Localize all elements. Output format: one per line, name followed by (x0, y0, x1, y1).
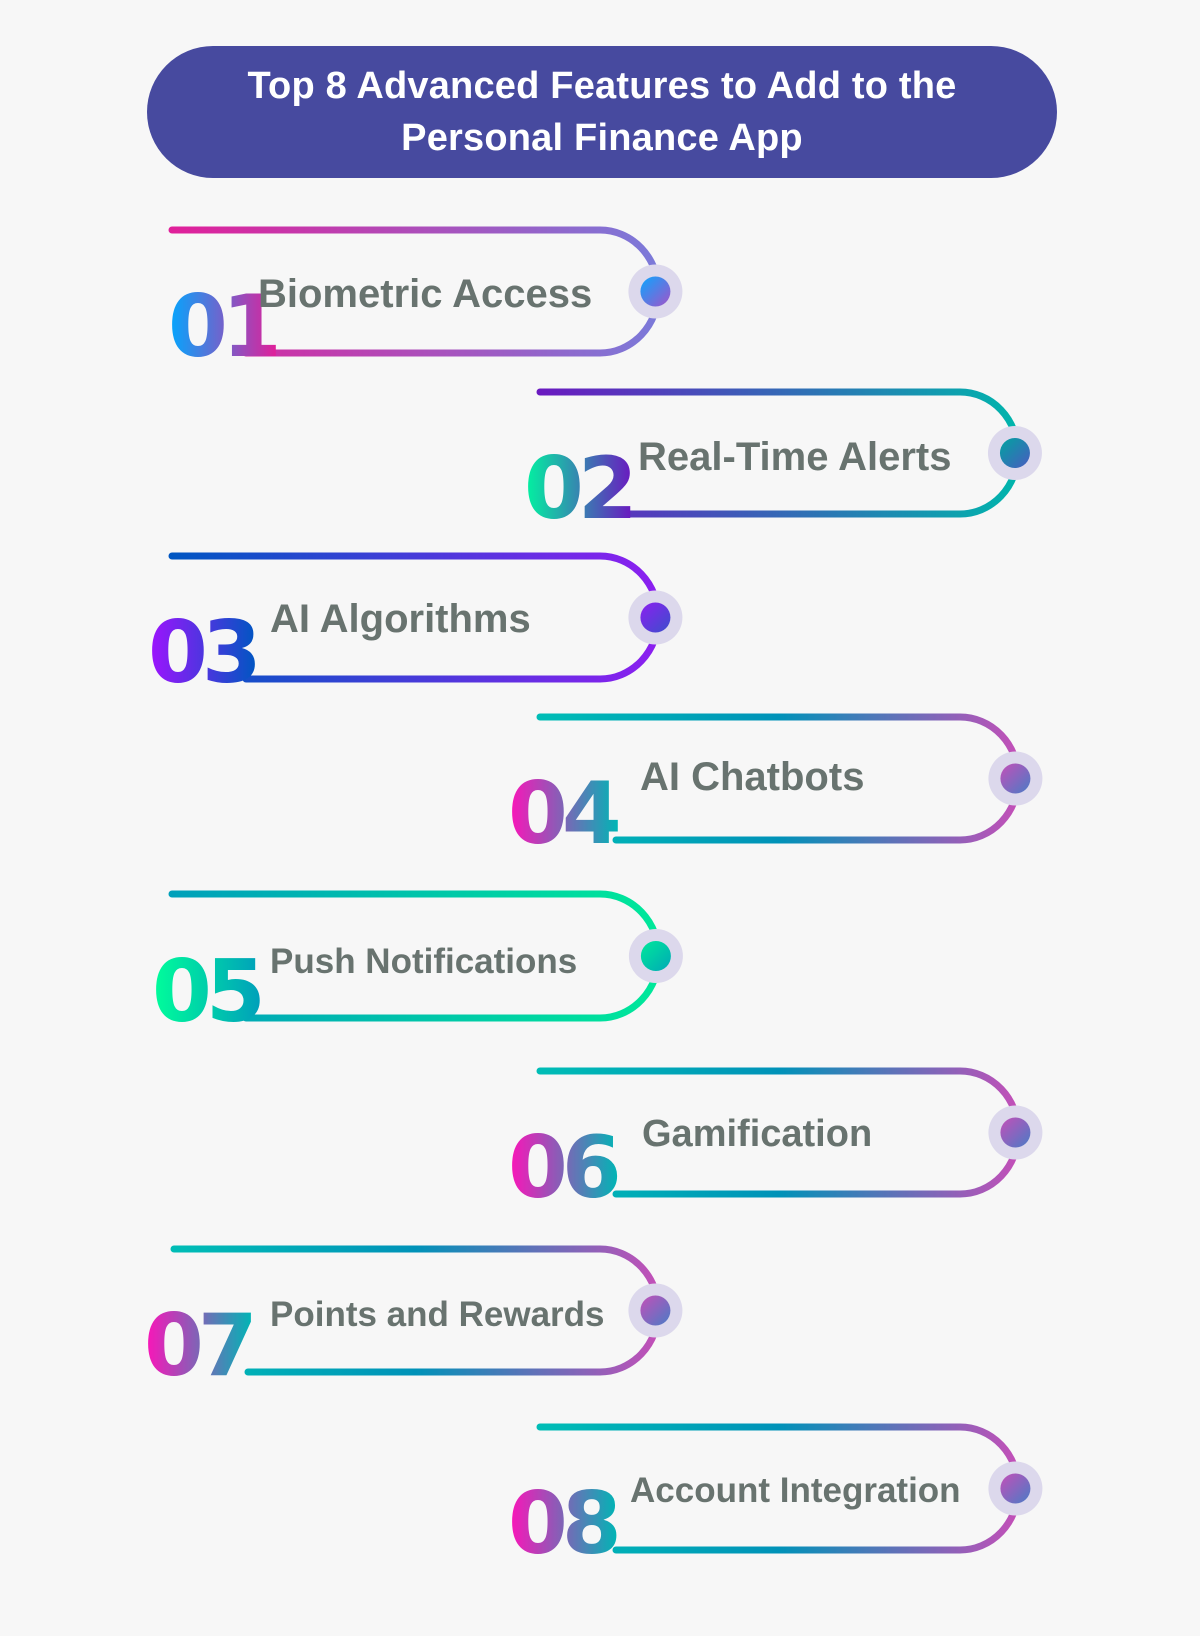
feature-item-02: 02 Real-Time Alerts (524, 388, 1042, 539)
feature-item-04: 04 AI Chatbots (508, 713, 1043, 864)
item-label: Push Notifications (270, 942, 577, 981)
node-dot-icon (1000, 763, 1031, 794)
feature-item-08: 08 Account Integration (508, 1423, 1043, 1574)
item-number: 04 (508, 764, 618, 864)
feature-item-05: 05 Push Notifications (152, 890, 683, 1042)
item-number: 07 (144, 1296, 252, 1396)
item-label: Biometric Access (258, 272, 592, 316)
item-number: 02 (524, 439, 632, 539)
item-number: 05 (152, 942, 260, 1042)
feature-item-07: 07 Points and Rewards (144, 1245, 683, 1396)
node-dot-icon (1000, 1117, 1031, 1148)
item-number: 08 (508, 1474, 617, 1574)
node-dot-icon (999, 438, 1030, 468)
feature-item-06: 06 Gamification (508, 1067, 1043, 1218)
feature-item-03: 03 AI Algorithms (148, 552, 683, 703)
node-dot-icon (640, 941, 671, 971)
node-dot-icon (640, 1295, 671, 1326)
item-number: 06 (508, 1118, 618, 1218)
node-dot-icon (640, 276, 671, 307)
feature-item-01: 01Biometric Access (168, 226, 683, 377)
item-label: Gamification (642, 1113, 872, 1155)
item-label: AI Chatbots (640, 755, 864, 799)
feature-diagram: 01Biometric Access02 Real-Time Alerts03 AI… (144, 226, 1043, 1574)
item-label: Real-Time Alerts (638, 435, 951, 479)
item-label: Account Integration (630, 1471, 961, 1510)
item-label: AI Algorithms (270, 597, 531, 641)
item-number: 03 (148, 603, 256, 703)
node-dot-icon (1000, 1473, 1031, 1504)
node-dot-icon (640, 602, 671, 633)
item-label: Points and Rewards (270, 1295, 605, 1334)
